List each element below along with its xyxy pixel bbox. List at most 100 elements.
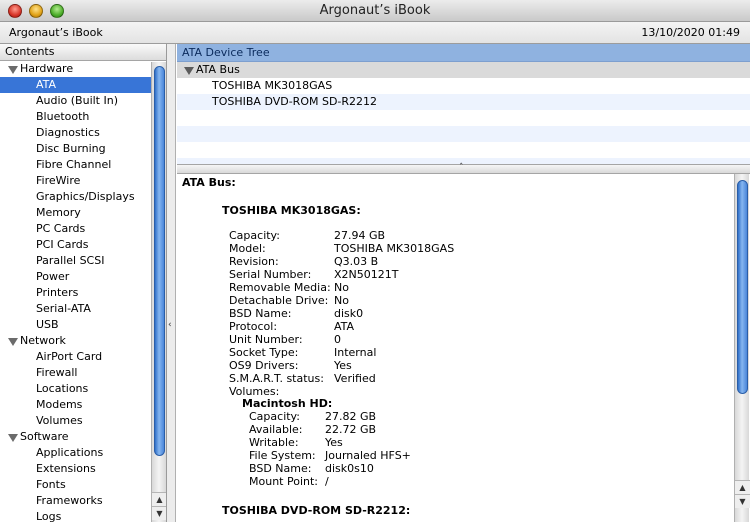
sidebar-item-pci-cards[interactable]: PCI Cards [0,237,166,253]
sidebar-item-fonts[interactable]: Fonts [0,477,166,493]
vertical-splitter[interactable]: ‹ [167,44,176,522]
sidebar-item-serial-ata[interactable]: Serial-ATA [0,301,166,317]
detail-key: Capacity: [249,410,300,423]
sidebar-item-disc-burning[interactable]: Disc Burning [0,141,166,157]
sidebar-item-parallel-scsi[interactable]: Parallel SCSI [0,253,166,269]
detail-value: 22.72 GB [325,423,377,436]
detail-row: Removable Media: No [229,281,559,294]
empty-row [177,126,750,142]
detail-value: disk0 [334,307,364,320]
sidebar-scroll-thumb[interactable] [154,66,165,456]
sidebar-item-memory[interactable]: Memory [0,205,166,221]
sidebar-scrollbar[interactable]: ▲ ▼ [151,62,166,522]
detail-row: OS9 Drivers: Yes [229,359,559,372]
sidebar-item-firewall[interactable]: Firewall [0,365,166,381]
empty-row [177,142,750,158]
sidebar-header[interactable]: Contents [0,44,166,61]
detail-key: Unit Number: [229,333,303,346]
details-device2-title: TOSHIBA DVD-ROM SD-R2212: [222,504,411,517]
detail-value: Journaled HFS+ [325,449,411,462]
detail-key: Capacity: [229,229,280,242]
sidebar-item-audio[interactable]: Audio (Built In) [0,93,166,109]
detail-key: Serial Number: [229,268,312,281]
detail-row: Capacity: 27.82 GB [249,410,579,423]
detail-value: X2N50121T [334,268,399,281]
horizontal-splitter[interactable]: ˆ [177,163,750,174]
device-tree-header[interactable]: ATA Device Tree [177,44,750,62]
detail-key: Volumes: [229,385,280,398]
sidebar-item-power[interactable]: Power [0,269,166,285]
sidebar-item-usb[interactable]: USB [0,317,166,333]
sidebar-item-fibre-channel[interactable]: Fibre Channel [0,157,166,173]
detail-row: S.M.A.R.T. status: Verified [229,372,559,385]
disclosure-triangle-icon[interactable] [8,338,18,346]
group-label: Hardware [20,62,74,75]
group-network[interactable]: Network [0,333,166,349]
computer-name: Argonaut’s iBook [9,26,103,39]
detail-key: Revision: [229,255,279,268]
group-software[interactable]: Software [0,429,166,445]
bus-label: ATA Bus [196,63,240,76]
sidebar-item-modems[interactable]: Modems [0,397,166,413]
group-label: Network [20,334,66,347]
group-hardware[interactable]: Hardware [0,61,166,77]
sidebar-item-logs[interactable]: Logs [0,509,166,522]
sidebar-item-locations[interactable]: Locations [0,381,166,397]
disclosure-triangle-icon[interactable] [8,66,18,74]
detail-row: Revision: Q3.03 B [229,255,559,268]
sidebar-item-bluetooth[interactable]: Bluetooth [0,109,166,125]
sidebar-item-pc-cards[interactable]: PC Cards [0,221,166,237]
detail-key: Writable: [249,436,299,449]
tree-row-device-dvd[interactable]: TOSHIBA DVD-ROM SD-R2212 [177,94,750,110]
detail-value: 27.82 GB [325,410,377,423]
date-time: 13/10/2020 01:49 [641,26,740,39]
scroll-down-arrow-icon[interactable]: ▼ [152,506,166,520]
device-tree-pane: ATA Device Tree ATA Bus TOSHIBA MK3018GA… [177,44,750,164]
details-pane: ATA Bus: TOSHIBA MK3018GAS: Macintosh HD… [177,174,750,522]
scroll-down-arrow-icon[interactable]: ▼ [735,494,750,508]
detail-value: Q3.03 B [334,255,379,268]
detail-row: BSD Name: disk0s10 [249,462,579,475]
details-bus-title: ATA Bus: [182,176,236,189]
detail-value: No [334,294,349,307]
detail-value: Internal [334,346,377,359]
detail-row: Writable: Yes [249,436,579,449]
scroll-up-arrow-icon[interactable]: ▲ [152,492,166,506]
detail-row: File System: Journaled HFS+ [249,449,579,462]
detail-row: Unit Number: 0 [229,333,559,346]
detail-value: disk0s10 [325,462,374,475]
detail-key: File System: [249,449,316,462]
splitter-grip-icon[interactable]: ‹ [168,320,172,330]
details-scrollbar[interactable]: ▲ ▼ [734,174,750,522]
disclosure-triangle-icon[interactable] [184,67,194,75]
detail-value: 27.94 GB [334,229,386,242]
detail-row: Socket Type: Internal [229,346,559,359]
disclosure-triangle-icon[interactable] [8,434,18,442]
volume-title: Macintosh HD: [242,397,333,410]
sidebar-item-diagnostics[interactable]: Diagnostics [0,125,166,141]
sidebar-item-applications[interactable]: Applications [0,445,166,461]
details-device-title: TOSHIBA MK3018GAS: [222,204,361,217]
sidebar-item-firewire[interactable]: FireWire [0,173,166,189]
detail-row: Available: 22.72 GB [249,423,579,436]
sidebar-item-airport-card[interactable]: AirPort Card [0,349,166,365]
detail-key: Socket Type: [229,346,299,359]
detail-value: / [325,475,329,488]
detail-value: Yes [325,436,343,449]
sidebar-item-graphics-displays[interactable]: Graphics/Displays [0,189,166,205]
detail-row: Serial Number: X2N50121T [229,268,559,281]
detail-value: Verified [334,372,376,385]
splitter-grip-icon[interactable]: ˆ [459,163,464,173]
scroll-up-arrow-icon[interactable]: ▲ [735,480,750,494]
empty-row [177,110,750,126]
group-label: Software [20,430,69,443]
sidebar-item-ata[interactable]: ATA [0,77,151,93]
sidebar-item-frameworks[interactable]: Frameworks [0,493,166,509]
tree-row-ata-bus[interactable]: ATA Bus [177,62,750,78]
sidebar-item-extensions[interactable]: Extensions [0,461,166,477]
tree-row-device-hdd[interactable]: TOSHIBA MK3018GAS [177,78,750,94]
sidebar-item-volumes[interactable]: Volumes [0,413,166,429]
details-scroll-thumb[interactable] [737,180,748,394]
sidebar-item-printers[interactable]: Printers [0,285,166,301]
detail-key: Removable Media: [229,281,331,294]
